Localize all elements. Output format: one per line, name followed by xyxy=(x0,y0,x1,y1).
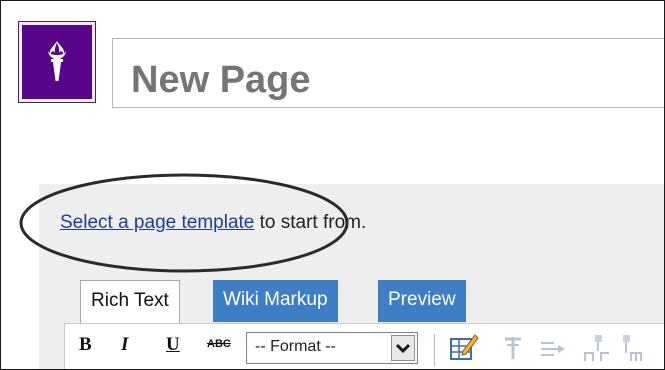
template-prompt: Select a page template to start from. xyxy=(60,212,366,234)
insert-column-icon[interactable] xyxy=(538,331,568,368)
toolbar-divider xyxy=(434,334,435,366)
table-edit-icon[interactable] xyxy=(449,331,479,368)
tab-rich-text[interactable]: Rich Text xyxy=(80,280,180,324)
editor-window: Select a page template to start from. Ri… xyxy=(0,0,665,370)
tab-preview[interactable]: Preview xyxy=(378,280,466,322)
split-cells-icon[interactable] xyxy=(619,331,653,369)
torch-logo-icon xyxy=(22,25,92,99)
tab-wiki-markup[interactable]: Wiki Markup xyxy=(213,280,338,322)
format-select[interactable]: -- Format -- xyxy=(246,332,418,364)
logo xyxy=(18,21,96,103)
format-select-value: -- Format -- xyxy=(255,338,336,355)
bold-button[interactable]: B xyxy=(79,334,92,356)
template-prompt-suffix: to start from. xyxy=(254,212,367,233)
italic-button[interactable]: I xyxy=(121,334,128,356)
page-title-input[interactable] xyxy=(112,38,664,108)
underline-button[interactable]: U xyxy=(166,334,180,356)
strikethrough-button[interactable]: ABC xyxy=(207,338,231,350)
select-template-link[interactable]: Select a page template xyxy=(60,212,254,233)
chevron-down-icon[interactable] xyxy=(391,335,415,361)
merge-cells-icon[interactable] xyxy=(581,331,615,369)
insert-row-icon[interactable] xyxy=(502,331,524,368)
